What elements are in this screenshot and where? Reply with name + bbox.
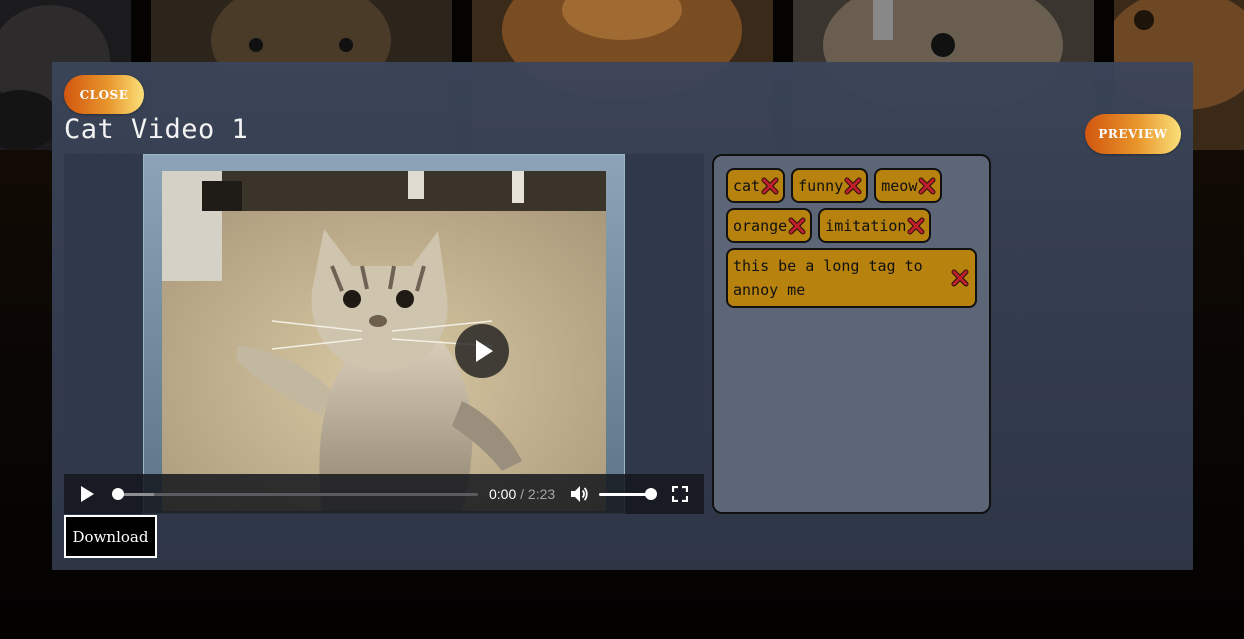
remove-tag-icon[interactable] <box>844 177 862 195</box>
volume-slider[interactable] <box>599 488 657 500</box>
tag-label: this be a long tag to annoy me <box>733 257 923 299</box>
fullscreen-icon[interactable] <box>671 485 689 507</box>
big-play-icon[interactable] <box>455 324 509 378</box>
preview-button[interactable]: PREVIEW <box>1085 114 1181 154</box>
close-button[interactable]: CLOSE <box>64 75 144 114</box>
video-controls: 0:00 / 2:23 <box>64 474 704 514</box>
video-modal: CLOSE Cat Video 1 PREVIEW 0:00 / 2:23 Do… <box>52 62 1193 570</box>
remove-tag-icon[interactable] <box>788 217 806 235</box>
seek-bar[interactable] <box>112 488 478 500</box>
tag-label: imitation <box>825 216 907 235</box>
time-separator: / <box>516 486 528 502</box>
tag-chip[interactable]: meow <box>874 168 943 203</box>
tag-chip[interactable]: funny <box>791 168 869 203</box>
seek-handle[interactable] <box>112 488 124 500</box>
duration: 2:23 <box>527 486 556 502</box>
tag-chip[interactable]: orange <box>726 208 813 243</box>
download-button[interactable]: Download <box>64 515 157 558</box>
remove-tag-icon[interactable] <box>918 177 936 195</box>
volume-handle[interactable] <box>645 488 657 500</box>
tag-chip[interactable]: imitation <box>818 208 932 243</box>
remove-tag-icon[interactable] <box>951 269 969 287</box>
tag-label: meow <box>881 176 918 195</box>
play-icon[interactable] <box>81 486 94 502</box>
tag-chip[interactable]: cat <box>726 168 786 203</box>
tag-label: cat <box>733 176 761 195</box>
current-time: 0:00 <box>489 486 517 502</box>
tag-chip[interactable]: this be a long tag to annoy me <box>726 248 977 308</box>
remove-tag-icon[interactable] <box>761 177 779 195</box>
tags-panel: cat funny meow orange imitation this be a lon… <box>712 154 991 514</box>
video-player[interactable] <box>64 154 704 514</box>
tag-label: orange <box>733 216 788 235</box>
video-thumbnail <box>162 171 606 511</box>
video-frame <box>143 154 625 514</box>
tag-label: funny <box>798 176 844 195</box>
volume-icon[interactable] <box>570 485 588 508</box>
remove-tag-icon[interactable] <box>907 217 925 235</box>
time-display: 0:00 / 2:23 <box>489 486 555 502</box>
video-title: Cat Video 1 <box>64 114 249 145</box>
